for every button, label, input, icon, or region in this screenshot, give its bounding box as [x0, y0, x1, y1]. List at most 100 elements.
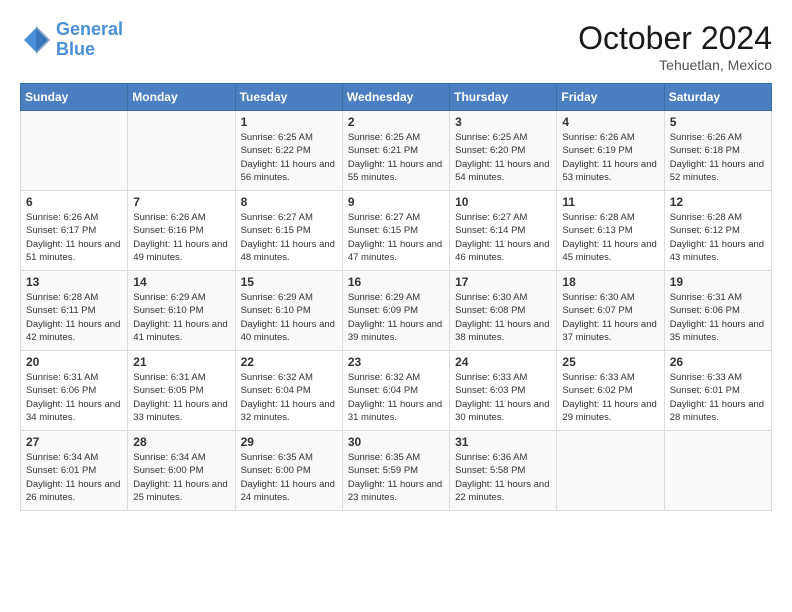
day-header-wednesday: Wednesday [342, 84, 449, 111]
cell-content: Sunrise: 6:30 AM Sunset: 6:08 PM Dayligh… [455, 291, 551, 344]
cell-content: Sunrise: 6:26 AM Sunset: 6:16 PM Dayligh… [133, 211, 229, 264]
calendar-cell: 11 Sunrise: 6:28 AM Sunset: 6:13 PM Dayli… [557, 191, 664, 271]
month-title: October 2024 [578, 20, 772, 57]
day-number: 10 [455, 195, 551, 209]
day-number: 19 [670, 275, 766, 289]
calendar-week-5: 27 Sunrise: 6:34 AM Sunset: 6:01 PM Dayli… [21, 431, 772, 511]
calendar-cell [128, 111, 235, 191]
day-number: 20 [26, 355, 122, 369]
cell-content: Sunrise: 6:25 AM Sunset: 6:20 PM Dayligh… [455, 131, 551, 184]
cell-content: Sunrise: 6:32 AM Sunset: 6:04 PM Dayligh… [348, 371, 444, 424]
day-number: 17 [455, 275, 551, 289]
day-number: 3 [455, 115, 551, 129]
calendar-week-2: 6 Sunrise: 6:26 AM Sunset: 6:17 PM Daylig… [21, 191, 772, 271]
calendar-cell: 18 Sunrise: 6:30 AM Sunset: 6:07 PM Dayli… [557, 271, 664, 351]
cell-content: Sunrise: 6:28 AM Sunset: 6:13 PM Dayligh… [562, 211, 658, 264]
day-number: 12 [670, 195, 766, 209]
calendar-cell: 23 Sunrise: 6:32 AM Sunset: 6:04 PM Dayli… [342, 351, 449, 431]
day-header-saturday: Saturday [664, 84, 771, 111]
cell-content: Sunrise: 6:31 AM Sunset: 6:06 PM Dayligh… [26, 371, 122, 424]
day-number: 1 [241, 115, 337, 129]
day-number: 28 [133, 435, 229, 449]
calendar-cell: 24 Sunrise: 6:33 AM Sunset: 6:03 PM Dayli… [450, 351, 557, 431]
day-number: 21 [133, 355, 229, 369]
cell-content: Sunrise: 6:34 AM Sunset: 6:01 PM Dayligh… [26, 451, 122, 504]
day-number: 22 [241, 355, 337, 369]
cell-content: Sunrise: 6:33 AM Sunset: 6:02 PM Dayligh… [562, 371, 658, 424]
cell-content: Sunrise: 6:29 AM Sunset: 6:09 PM Dayligh… [348, 291, 444, 344]
day-number: 2 [348, 115, 444, 129]
day-number: 8 [241, 195, 337, 209]
cell-content: Sunrise: 6:25 AM Sunset: 6:22 PM Dayligh… [241, 131, 337, 184]
cell-content: Sunrise: 6:35 AM Sunset: 5:59 PM Dayligh… [348, 451, 444, 504]
calendar-cell: 13 Sunrise: 6:28 AM Sunset: 6:11 PM Dayli… [21, 271, 128, 351]
calendar-cell: 20 Sunrise: 6:31 AM Sunset: 6:06 PM Dayli… [21, 351, 128, 431]
calendar-cell: 9Sunrise: 6:27 AM Sunset: 6:15 PM Daylig… [342, 191, 449, 271]
calendar-week-3: 13 Sunrise: 6:28 AM Sunset: 6:11 PM Dayli… [21, 271, 772, 351]
cell-content: Sunrise: 6:31 AM Sunset: 6:05 PM Dayligh… [133, 371, 229, 424]
day-number: 15 [241, 275, 337, 289]
calendar-table: SundayMondayTuesdayWednesdayThursdayFrid… [20, 83, 772, 511]
logo-text: General Blue [56, 20, 123, 60]
day-number: 31 [455, 435, 551, 449]
cell-content: Sunrise: 6:33 AM Sunset: 6:03 PM Dayligh… [455, 371, 551, 424]
day-number: 6 [26, 195, 122, 209]
cell-content: Sunrise: 6:30 AM Sunset: 6:07 PM Dayligh… [562, 291, 658, 344]
day-number: 7 [133, 195, 229, 209]
day-number: 23 [348, 355, 444, 369]
day-number: 4 [562, 115, 658, 129]
day-number: 11 [562, 195, 658, 209]
logo: General Blue [20, 20, 123, 60]
calendar-cell: 7 Sunrise: 6:26 AM Sunset: 6:16 PM Daylig… [128, 191, 235, 271]
day-number: 5 [670, 115, 766, 129]
cell-content: Sunrise: 6:26 AM Sunset: 6:17 PM Dayligh… [26, 211, 122, 264]
day-number: 26 [670, 355, 766, 369]
calendar-cell: 15 Sunrise: 6:29 AM Sunset: 6:10 PM Dayli… [235, 271, 342, 351]
day-number: 27 [26, 435, 122, 449]
calendar-cell: 16 Sunrise: 6:29 AM Sunset: 6:09 PM Dayli… [342, 271, 449, 351]
calendar-week-4: 20 Sunrise: 6:31 AM Sunset: 6:06 PM Dayli… [21, 351, 772, 431]
calendar-cell: 14 Sunrise: 6:29 AM Sunset: 6:10 PM Dayli… [128, 271, 235, 351]
calendar-cell: 3 Sunrise: 6:25 AM Sunset: 6:20 PM Daylig… [450, 111, 557, 191]
logo-icon [20, 24, 52, 56]
calendar-cell: 1 Sunrise: 6:25 AM Sunset: 6:22 PM Daylig… [235, 111, 342, 191]
day-number: 16 [348, 275, 444, 289]
cell-content: Sunrise: 6:28 AM Sunset: 6:11 PM Dayligh… [26, 291, 122, 344]
logo-line2: Blue [56, 39, 95, 59]
day-number: 18 [562, 275, 658, 289]
calendar-cell: 8Sunrise: 6:27 AM Sunset: 6:15 PM Daylig… [235, 191, 342, 271]
calendar-week-1: 1 Sunrise: 6:25 AM Sunset: 6:22 PM Daylig… [21, 111, 772, 191]
day-number: 9 [348, 195, 444, 209]
cell-content: Sunrise: 6:29 AM Sunset: 6:10 PM Dayligh… [133, 291, 229, 344]
cell-content: Sunrise: 6:36 AM Sunset: 5:58 PM Dayligh… [455, 451, 551, 504]
day-header-thursday: Thursday [450, 84, 557, 111]
day-header-friday: Friday [557, 84, 664, 111]
calendar-cell: 10 Sunrise: 6:27 AM Sunset: 6:14 PM Dayli… [450, 191, 557, 271]
cell-content: Sunrise: 6:32 AM Sunset: 6:04 PM Dayligh… [241, 371, 337, 424]
logo-line1: General [56, 19, 123, 39]
calendar-cell: 17 Sunrise: 6:30 AM Sunset: 6:08 PM Dayli… [450, 271, 557, 351]
calendar-cell: 19Sunrise: 6:31 AM Sunset: 6:06 PM Dayli… [664, 271, 771, 351]
calendar-cell: 26Sunrise: 6:33 AM Sunset: 6:01 PM Dayli… [664, 351, 771, 431]
cell-content: Sunrise: 6:28 AM Sunset: 6:12 PM Dayligh… [670, 211, 766, 264]
calendar-cell: 28 Sunrise: 6:34 AM Sunset: 6:00 PM Dayli… [128, 431, 235, 511]
cell-content: Sunrise: 6:29 AM Sunset: 6:10 PM Dayligh… [241, 291, 337, 344]
cell-content: Sunrise: 6:26 AM Sunset: 6:18 PM Dayligh… [670, 131, 766, 184]
calendar-cell: 21 Sunrise: 6:31 AM Sunset: 6:05 PM Dayli… [128, 351, 235, 431]
calendar-header-row: SundayMondayTuesdayWednesdayThursdayFrid… [21, 84, 772, 111]
calendar-cell: 2Sunrise: 6:25 AM Sunset: 6:21 PM Daylig… [342, 111, 449, 191]
calendar-cell: 22 Sunrise: 6:32 AM Sunset: 6:04 PM Dayli… [235, 351, 342, 431]
cell-content: Sunrise: 6:34 AM Sunset: 6:00 PM Dayligh… [133, 451, 229, 504]
calendar-cell [557, 431, 664, 511]
day-number: 25 [562, 355, 658, 369]
day-number: 29 [241, 435, 337, 449]
day-number: 14 [133, 275, 229, 289]
calendar-cell: 30Sunrise: 6:35 AM Sunset: 5:59 PM Dayli… [342, 431, 449, 511]
day-number: 24 [455, 355, 551, 369]
cell-content: Sunrise: 6:27 AM Sunset: 6:14 PM Dayligh… [455, 211, 551, 264]
location-subtitle: Tehuetlan, Mexico [578, 57, 772, 73]
cell-content: Sunrise: 6:26 AM Sunset: 6:19 PM Dayligh… [562, 131, 658, 184]
calendar-cell: 5 Sunrise: 6:26 AM Sunset: 6:18 PM Daylig… [664, 111, 771, 191]
day-number: 13 [26, 275, 122, 289]
day-header-sunday: Sunday [21, 84, 128, 111]
